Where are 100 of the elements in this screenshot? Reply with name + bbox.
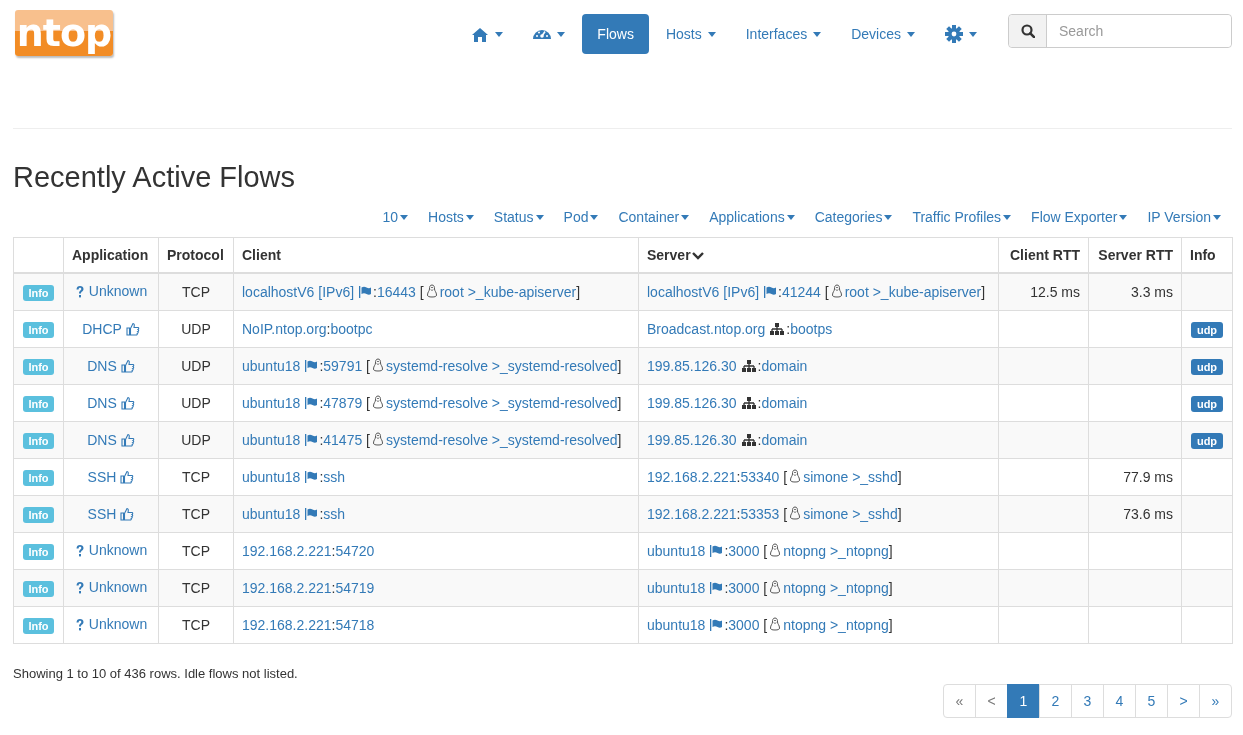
pagination-button[interactable]: 5 <box>1135 684 1168 718</box>
separator-text: ] <box>888 543 893 559</box>
host-link[interactable]: ubuntu18 <box>647 543 706 559</box>
linux-penguin-icon <box>769 580 782 594</box>
flag-icon <box>710 619 723 631</box>
pagination-button[interactable]: > <box>1167 684 1200 718</box>
filter-dropdown[interactable]: Flow Exporter <box>1021 209 1138 225</box>
host-link[interactable]: 199.85.126.30 <box>647 432 737 448</box>
filter-dropdown[interactable]: Applications <box>699 209 805 225</box>
host-link[interactable]: 192.168.2.221 <box>242 617 332 633</box>
host-link[interactable]: ubuntu18 <box>647 617 706 633</box>
separator-text: : <box>736 469 741 485</box>
port-link[interactable]: bootps <box>790 321 833 337</box>
nav-link[interactable]: Flows <box>582 14 649 54</box>
separator-text: [ <box>762 543 768 559</box>
host-link[interactable]: localhostV6 [IPv6] <box>647 284 760 300</box>
port-link[interactable]: 54718 <box>335 617 375 633</box>
pagination-button[interactable]: 2 <box>1039 684 1072 718</box>
linux-penguin-icon <box>789 469 802 483</box>
separator-text: ] <box>888 617 893 633</box>
filter-dropdown[interactable]: Traffic Profiles <box>902 209 1022 225</box>
port-link[interactable]: 59791 <box>323 358 363 374</box>
flag-icon <box>764 286 777 298</box>
protocol-badge: udp <box>1190 396 1224 412</box>
process-link[interactable]: ntopng >_ntopng <box>783 543 889 559</box>
pagination-button[interactable]: » <box>1199 684 1232 718</box>
port-link[interactable]: 54719 <box>335 580 375 596</box>
filter-dropdown[interactable]: IP Version <box>1137 209 1229 225</box>
host-link[interactable]: 192.168.2.221 <box>242 543 332 559</box>
separator-text: : <box>319 506 324 522</box>
host-link[interactable]: 192.168.2.221 <box>242 580 332 596</box>
application-link[interactable]: SSH <box>87 506 117 522</box>
separator-text: [ <box>823 284 829 300</box>
ntop-logo[interactable]: ntop <box>15 10 113 56</box>
host-link[interactable]: NoIP.ntop.org <box>242 321 327 337</box>
search-button[interactable] <box>1009 15 1047 47</box>
pagination-button[interactable]: 3 <box>1071 684 1104 718</box>
search-field[interactable]: Search <box>1008 14 1232 48</box>
flag-icon <box>305 360 318 372</box>
port-link[interactable]: 3000 <box>728 543 760 559</box>
process-link[interactable]: ntopng >_ntopng <box>783 580 889 596</box>
host-link[interactable]: ubuntu18 <box>242 395 301 411</box>
port-link[interactable]: 16443 <box>376 284 416 300</box>
port-link[interactable]: domain <box>761 358 808 374</box>
port-link[interactable]: 3000 <box>728 617 760 633</box>
pagination-button[interactable]: 4 <box>1103 684 1136 718</box>
port-link[interactable]: 41475 <box>323 432 363 448</box>
host-link[interactable]: 199.85.126.30 <box>647 358 737 374</box>
port-link[interactable]: 47879 <box>323 395 363 411</box>
application-link[interactable]: DNS <box>87 395 117 411</box>
process-link[interactable]: simone >_sshd <box>803 469 898 485</box>
filter-dropdown[interactable]: 10 <box>372 209 419 225</box>
process-link[interactable]: ntopng >_ntopng <box>783 617 889 633</box>
port-link[interactable]: ssh <box>323 506 346 522</box>
protocol-text: TCP <box>182 543 210 559</box>
separator-text: [ <box>762 617 768 633</box>
separator-text: : <box>319 395 324 411</box>
host-link[interactable]: localhostV6 [IPv6] <box>242 284 355 300</box>
host-link[interactable]: 192.168.2.221 <box>647 469 737 485</box>
process-link[interactable]: simone >_sshd <box>803 506 898 522</box>
host-link[interactable]: ubuntu18 <box>242 469 301 485</box>
application-link[interactable]: DNS <box>87 432 117 448</box>
process-link[interactable]: systemd-resolve >_systemd-resolved <box>386 432 618 448</box>
host-link[interactable]: ubuntu18 <box>242 432 301 448</box>
port-link[interactable]: 53340 <box>740 469 780 485</box>
nav-link[interactable]: Interfaces <box>730 14 837 54</box>
host-link[interactable]: ubuntu18 <box>242 506 301 522</box>
separator-text: : <box>757 432 762 448</box>
application-link[interactable]: SSH <box>87 469 117 485</box>
application-link[interactable]: DHCP <box>82 321 122 337</box>
host-link[interactable]: 199.85.126.30 <box>647 395 737 411</box>
host-link[interactable]: ubuntu18 <box>242 358 301 374</box>
host-link[interactable]: 192.168.2.221 <box>647 506 737 522</box>
port-link[interactable]: domain <box>761 432 808 448</box>
separator-text: : <box>319 432 324 448</box>
column-header[interactable]: Server <box>647 247 691 263</box>
column-header[interactable]: Client <box>242 247 281 263</box>
process-link[interactable]: systemd-resolve >_systemd-resolved <box>386 358 618 374</box>
filter-dropdown[interactable]: Categories <box>804 209 903 225</box>
port-link[interactable]: 54720 <box>335 543 375 559</box>
port-link[interactable]: ssh <box>323 469 346 485</box>
protocol-badge: udp <box>1190 433 1224 449</box>
rtt-value: 12.5 ms <box>1030 284 1080 300</box>
host-link[interactable]: ubuntu18 <box>647 580 706 596</box>
separator-text: [ <box>782 469 788 485</box>
port-link[interactable]: domain <box>761 395 808 411</box>
pagination-button[interactable]: 1 <box>1007 684 1040 718</box>
application-link[interactable]: DNS <box>87 358 117 374</box>
host-link[interactable]: Broadcast.ntop.org <box>647 321 766 337</box>
filter-dropdown[interactable]: Hosts <box>418 209 484 225</box>
filter-dropdown[interactable]: Pod <box>553 209 609 225</box>
filter-dropdown[interactable]: Status <box>483 209 554 225</box>
port-link[interactable]: bootpc <box>330 321 373 337</box>
nav-link[interactable]: Hosts <box>650 14 731 54</box>
process-link[interactable]: systemd-resolve >_systemd-resolved <box>386 395 618 411</box>
nav-link[interactable]: Devices <box>836 14 930 54</box>
port-link[interactable]: 3000 <box>728 580 760 596</box>
linux-penguin-icon <box>425 284 438 298</box>
port-link[interactable]: 53353 <box>740 506 780 522</box>
filter-dropdown[interactable]: Container <box>608 209 700 225</box>
